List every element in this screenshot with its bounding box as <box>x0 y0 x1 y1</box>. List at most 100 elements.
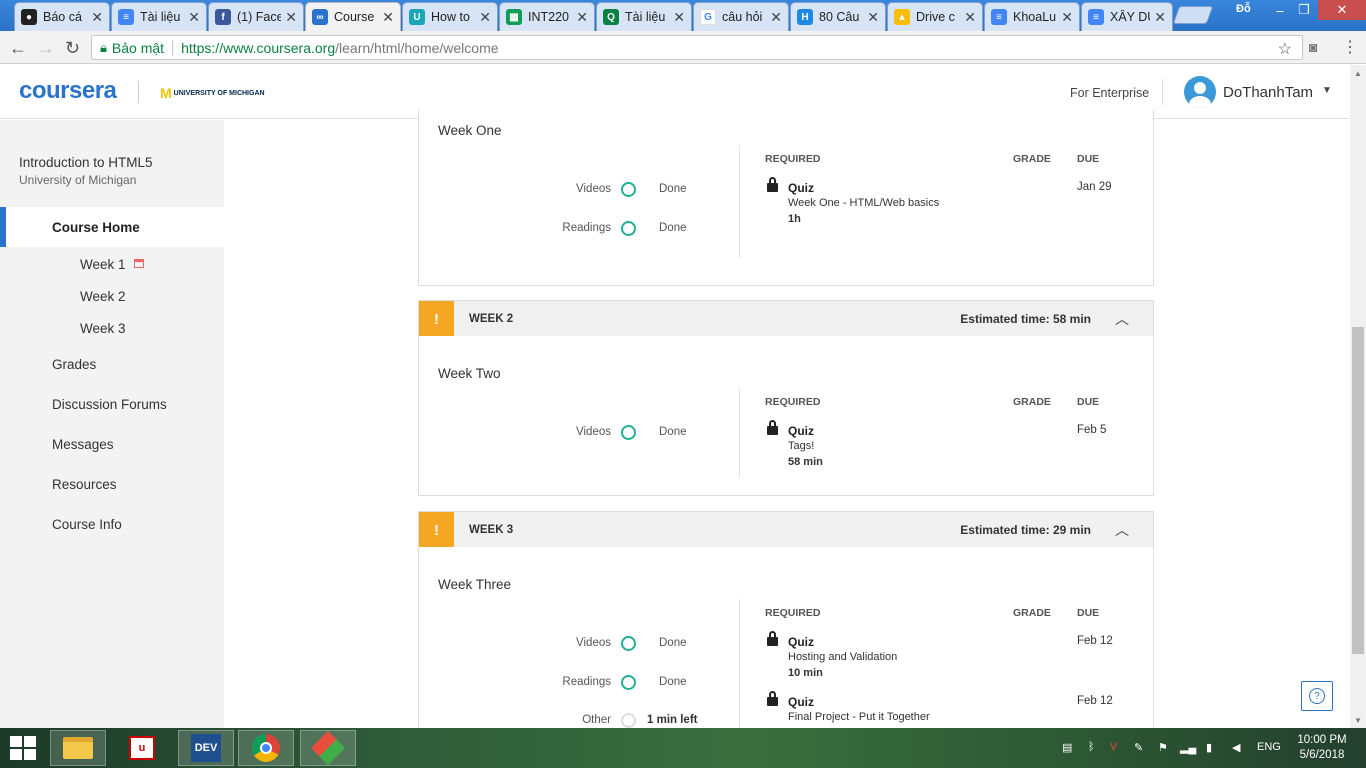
tab-facebook[interactable]: f (1) Face ✕ <box>208 2 304 31</box>
caret-down-icon[interactable]: ▼ <box>1322 85 1332 96</box>
progress-ring-icon <box>621 636 636 651</box>
forward-icon[interactable]: → <box>37 38 55 59</box>
column-divider <box>739 388 740 478</box>
profile-label[interactable]: Đỗ <box>1236 3 1251 15</box>
help-button[interactable]: ? <box>1301 681 1333 711</box>
url-text[interactable]: https://www.coursera.org/learn/html/home… <box>181 40 498 56</box>
new-tab-button[interactable] <box>1172 6 1214 24</box>
close-window-icon[interactable]: ✕ <box>1318 0 1366 20</box>
close-tab-icon[interactable]: ✕ <box>479 9 491 26</box>
page-scrollbar[interactable]: ▲ ▼ <box>1350 65 1366 728</box>
volume-icon[interactable]: ◀ <box>1232 741 1240 754</box>
week-2-header[interactable]: ! WEEK 2 Estimated time: 58 min ︿ <box>418 300 1154 337</box>
file-explorer-icon[interactable] <box>50 730 106 766</box>
close-tab-icon[interactable]: ✕ <box>770 9 782 26</box>
tab-tai-lieu-2[interactable]: Q Tài liệu ✕ <box>596 2 692 31</box>
nav-course-home[interactable]: Course Home <box>0 207 224 247</box>
windows-start-icon[interactable] <box>10 736 38 760</box>
nav-week-2[interactable]: Week 2 <box>80 289 126 304</box>
quiz-type[interactable]: Quiz <box>788 424 814 438</box>
nav-week-3[interactable]: Week 3 <box>80 321 126 336</box>
username[interactable]: DoThanhTam <box>1223 84 1313 101</box>
tab-80-cau[interactable]: H 80 Câu ✕ <box>790 2 886 31</box>
close-tab-icon[interactable]: ✕ <box>91 9 103 26</box>
camera-icon[interactable]: ◙ <box>1309 39 1317 55</box>
minimize-icon[interactable]: – <box>1268 0 1292 20</box>
clock-time: 10:00 PM <box>1297 734 1347 746</box>
week-3-card: Week Three Videos Done Readings Done Oth… <box>418 547 1154 728</box>
chrome-icon[interactable] <box>238 730 294 766</box>
nav-resources[interactable]: Resources <box>52 477 117 492</box>
bookmark-star-icon[interactable]: ☆ <box>1278 39 1292 59</box>
quiz-type[interactable]: Quiz <box>788 695 814 709</box>
app-icon[interactable] <box>300 730 356 766</box>
dev-label: DEV <box>191 734 221 762</box>
wifi-signal-icon[interactable]: ▂▄ <box>1180 741 1196 754</box>
address-bar[interactable]: 🔒︎ Bảo mật https://www.coursera.org/lear… <box>91 35 1303 60</box>
browser-menu-icon[interactable]: ⋮ <box>1342 37 1358 57</box>
for-enterprise-link[interactable]: For Enterprise <box>1070 86 1149 100</box>
tray-network-icon[interactable]: ▤ <box>1062 741 1072 754</box>
nav-messages[interactable]: Messages <box>52 437 114 452</box>
due-header: DUE <box>1077 396 1100 408</box>
close-tab-icon[interactable]: ✕ <box>576 9 588 26</box>
quiz-type[interactable]: Quiz <box>788 181 814 195</box>
tab-tai-lieu[interactable]: ≡ Tài liệu ✕ <box>111 2 207 31</box>
close-tab-icon[interactable]: ✕ <box>188 9 200 26</box>
close-tab-icon[interactable]: ✕ <box>382 9 394 26</box>
tab-bao-cao[interactable]: ● Báo cá ✕ <box>14 2 110 31</box>
url-path: /learn/html/home/welcome <box>335 39 499 56</box>
week-3-header[interactable]: ! WEEK 3 Estimated time: 29 min ︿ <box>418 511 1154 548</box>
scroll-down-icon[interactable]: ▼ <box>1354 716 1362 725</box>
quiz-name[interactable]: Week One - HTML/Web basics <box>788 197 939 209</box>
tab-int220[interactable]: ▦ INT220 ✕ <box>499 2 595 31</box>
close-tab-icon[interactable]: ✕ <box>964 9 976 26</box>
tray-pen-icon[interactable]: ✎ <box>1134 741 1143 754</box>
language-indicator[interactable]: ENG <box>1257 741 1281 753</box>
close-tab-icon[interactable]: ✕ <box>867 9 879 26</box>
week-2-label: WEEK 2 <box>469 313 514 325</box>
progress-ring-icon <box>621 221 636 236</box>
tab-khoalu[interactable]: ≡ KhoaLu ✕ <box>984 2 1080 31</box>
docs-icon: ≡ <box>118 9 134 25</box>
flag-icon[interactable]: ⚑ <box>1158 741 1168 754</box>
quiz-name[interactable]: Hosting and Validation <box>788 651 897 663</box>
tab-drive[interactable]: ▲ Drive c ✕ <box>887 2 983 31</box>
nav-course-info[interactable]: Course Info <box>52 517 122 532</box>
tab-how-to[interactable]: U How to ✕ <box>402 2 498 31</box>
umich-logo[interactable]: M UNIVERSITY OF MICHIGAN <box>160 85 265 101</box>
nav-discussion-forums[interactable]: Discussion Forums <box>52 397 167 412</box>
progress-label: Videos <box>576 426 611 438</box>
close-tab-icon[interactable]: ✕ <box>1061 9 1073 26</box>
antivirus-icon[interactable]: V <box>1110 741 1117 753</box>
tab-cau-hoi[interactable]: Gcâu hỏi ✕ <box>693 2 789 31</box>
week-2-name: Week Two <box>438 366 501 381</box>
nav-grades[interactable]: Grades <box>52 357 96 372</box>
header-divider <box>138 81 139 103</box>
reload-icon[interactable]: ↻ <box>65 38 80 59</box>
nav-week-1[interactable]: Week 1 <box>80 257 144 272</box>
tab-coursera[interactable]: ∞ Course ✕ <box>305 2 401 31</box>
scroll-up-icon[interactable]: ▲ <box>1354 69 1362 78</box>
chevron-up-icon[interactable]: ︿ <box>1115 309 1129 329</box>
bluetooth-icon[interactable]: ᛒ <box>1088 741 1095 753</box>
grade-header: GRADE <box>1013 396 1051 408</box>
user-avatar-icon[interactable] <box>1184 76 1216 108</box>
tab-xay-dung[interactable]: ≡XÂY DỰ✕ <box>1081 2 1173 31</box>
unikey-icon[interactable]: u <box>114 730 170 766</box>
quiz-type[interactable]: Quiz <box>788 635 814 649</box>
restore-icon[interactable]: ❐ <box>1294 0 1314 20</box>
close-tab-icon[interactable]: ✕ <box>673 9 685 26</box>
windows-taskbar: u DEV ▤ ᛒ V ✎ ⚑ ▂▄ ▮ ◀ ENG 10:00 PM 5/6/2… <box>0 728 1366 768</box>
close-tab-icon[interactable]: ✕ <box>1154 9 1166 26</box>
battery-icon[interactable]: ▮ <box>1206 741 1212 754</box>
quiz-name[interactable]: Tags! <box>788 440 814 452</box>
devcpp-icon[interactable]: DEV <box>178 730 234 766</box>
scroll-thumb[interactable] <box>1352 327 1364 654</box>
chevron-up-icon[interactable]: ︿ <box>1115 520 1129 540</box>
close-tab-icon[interactable]: ✕ <box>285 9 297 26</box>
system-clock[interactable]: 10:00 PM 5/6/2018 <box>1296 733 1348 763</box>
coursera-logo[interactable]: coursera <box>19 77 117 105</box>
quiz-name[interactable]: Final Project - Put it Together <box>788 711 930 723</box>
back-icon[interactable]: ← <box>9 38 27 59</box>
